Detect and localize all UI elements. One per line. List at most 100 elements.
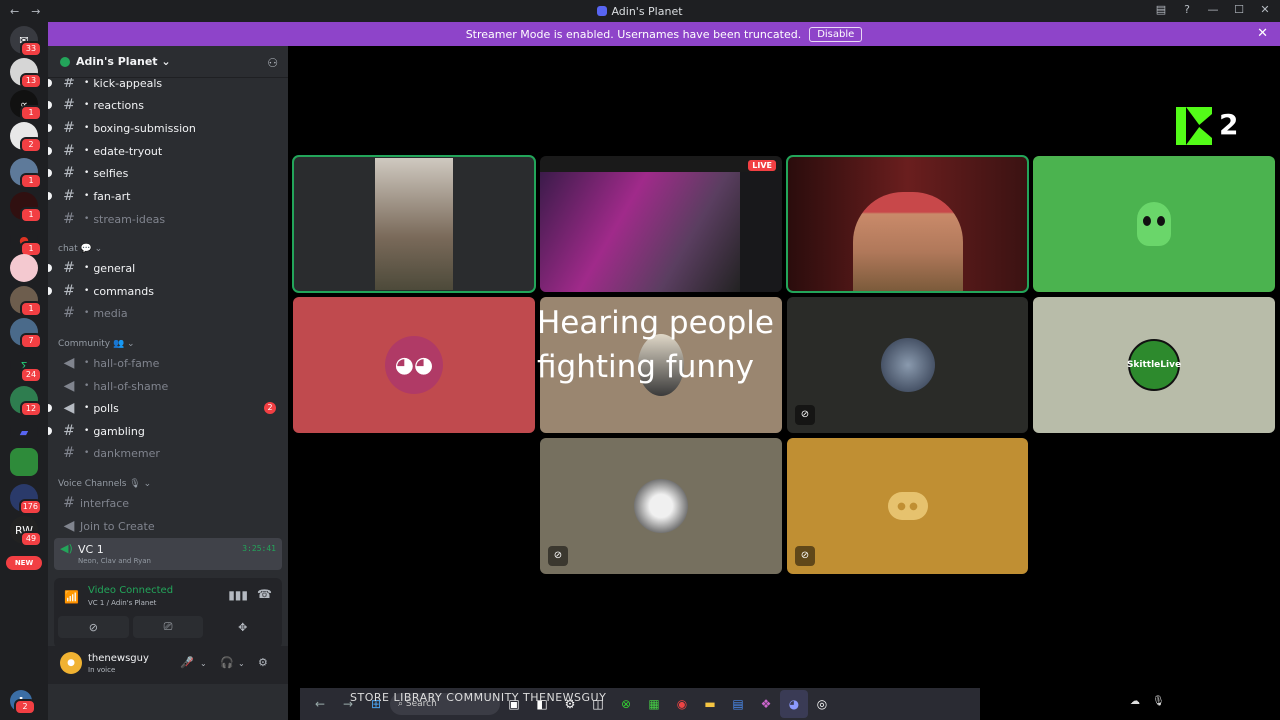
forward-icon[interactable]: → [31, 5, 40, 18]
screen-share-button[interactable]: ⎚ [132, 616, 204, 638]
back-icon[interactable]: ← [10, 5, 19, 18]
avatar [880, 338, 935, 392]
help-icon[interactable]: ? [1180, 3, 1194, 16]
minecraft-icon[interactable]: ▦ [640, 690, 668, 718]
close-banner-icon[interactable]: ✕ [1257, 26, 1268, 41]
close-icon[interactable]: ✕ [1258, 3, 1272, 16]
settings-gear-icon[interactable]: ⚙ [258, 656, 268, 669]
folder-icon[interactable]: ▬ [696, 690, 724, 718]
signal-icon[interactable]: 📶 [64, 590, 79, 604]
chrome-icon[interactable]: ◉ [668, 690, 696, 718]
video-tile[interactable]: ⊘ [540, 438, 782, 574]
channel-item[interactable]: ◀ • polls 2 [48, 397, 282, 419]
activities-button[interactable]: ✥ [207, 616, 278, 638]
server-badge: 2 [20, 137, 42, 153]
category-chat[interactable]: chat 💬 ⌄ [58, 244, 102, 254]
channel-item[interactable]: # • stream-ideas [54, 208, 282, 230]
unread-pip [48, 264, 52, 272]
channel-item[interactable]: # • general [48, 257, 282, 279]
channel-item[interactable]: # • reactions [48, 94, 282, 116]
channel-item[interactable]: # • edate-tryout [48, 140, 282, 162]
server-icon[interactable]: 12 [10, 386, 42, 417]
server-icon[interactable]: 1 [10, 192, 42, 223]
channel-label: stream-ideas [93, 212, 166, 226]
download-icon[interactable]: ⬇2 [10, 690, 36, 715]
headphones-icon[interactable]: 🎧 [220, 656, 234, 669]
channel-item[interactable]: # • selfies [48, 162, 282, 184]
user-panel: ● thenewsguy In voice 🎤̸ ⌄ 🎧 ⌄ ⚙ [48, 646, 288, 684]
stream-tile[interactable]: LIVE [540, 156, 782, 292]
minimize-icon[interactable]: — [1206, 3, 1220, 16]
server-icon[interactable]: RW 49 [10, 516, 42, 547]
mic-icon[interactable]: 🎙 [1152, 696, 1165, 707]
username[interactable]: thenewsguy [88, 653, 149, 664]
mic-muted-icon[interactable]: 🎤̸ [180, 656, 194, 669]
cloud-icon[interactable]: ☁ [1130, 696, 1140, 707]
server-icon[interactable] [10, 254, 38, 282]
server-icon[interactable]: 7 [10, 318, 42, 349]
channel-item[interactable]: # • dankmemer [54, 442, 282, 464]
video-tile[interactable]: ◕◕ [293, 297, 535, 433]
video-tile[interactable]: SkittleLive [1033, 297, 1275, 433]
disable-button[interactable]: Disable [809, 26, 863, 42]
server-icon[interactable]: Σ 24 [10, 352, 42, 383]
xbox-icon[interactable]: ⊗ [612, 690, 640, 718]
chevron-down-icon[interactable]: ⌄ [200, 659, 207, 668]
hash-icon: # [63, 143, 75, 159]
server-icon[interactable]: 176 [10, 484, 42, 515]
hash-icon: # [63, 260, 75, 276]
maximize-icon[interactable]: ☐ [1232, 3, 1246, 16]
direct-messages-icon[interactable]: ✉ 33 [10, 26, 42, 57]
server-icon[interactable]: 1 [10, 286, 42, 317]
video-tile[interactable] [292, 155, 536, 293]
disconnect-icon[interactable]: ☎ [257, 587, 272, 601]
channel-item[interactable]: ◀ • hall-of-fame [54, 352, 282, 374]
video-tile[interactable]: ⊘ [787, 297, 1028, 433]
category-community[interactable]: Community 👥 ⌄ [58, 339, 135, 349]
folder-icon[interactable]: ▰ [10, 418, 38, 446]
system-tray: ☁ 🎙 [1130, 696, 1165, 707]
server-icon[interactable]: 13 [10, 58, 42, 89]
voice-channel-item[interactable]: ◀ Join to Create [54, 515, 282, 537]
channel-item[interactable]: # • gambling [48, 420, 282, 442]
channel-item[interactable]: # • kick-appeals [48, 78, 282, 94]
category-voice[interactable]: Voice Channels 🎙 ⌄ [58, 479, 151, 489]
inbox-icon[interactable]: ▤ [1154, 3, 1168, 16]
active-voice-channel[interactable]: ◀) VC 1 3:25:41 Neon, Clav and Ryan [54, 538, 282, 570]
channel-item[interactable]: # • media [54, 302, 282, 324]
video-tile[interactable] [1033, 156, 1275, 292]
avatar [634, 479, 688, 533]
chevron-down-icon[interactable]: ⌄ [238, 659, 245, 668]
channel-item[interactable]: # interface [54, 492, 282, 514]
noise-suppression-icon[interactable]: ▮▮▮ [228, 588, 248, 602]
server-icon[interactable] [10, 448, 38, 476]
guild-header[interactable]: Adin's Planet ⌄ ⚇ [48, 46, 288, 78]
server-icon[interactable]: 2 [10, 122, 42, 153]
store-icon[interactable]: ▤ [724, 690, 752, 718]
app-icon[interactable]: ◎ [808, 690, 836, 718]
server-icon[interactable]: 1 [10, 158, 42, 189]
server-icon[interactable]: ● 1 [10, 226, 42, 257]
taskbar: ← → ⊞ ⌕ Search ▣ ◧ ⚙ ◫ ⊗ ▦ ◉ ▬ ▤ ❖ ◕ ◎ S… [300, 688, 980, 720]
channel-label: boxing-submission [93, 121, 196, 135]
channel-label: selfies [93, 166, 129, 180]
channel-item[interactable]: # • fan-art [48, 185, 282, 207]
channel-item[interactable]: # • commands [48, 280, 282, 302]
channel-sidebar: Adin's Planet ⌄ ⚇ # • kick-appeals # • react… [48, 46, 288, 720]
hash-icon: # [63, 165, 75, 181]
camera-off-button[interactable]: ⊘ [58, 616, 129, 638]
new-unreads-pill[interactable]: NEW [6, 556, 42, 570]
video-tile[interactable] [786, 155, 1029, 293]
discord-icon[interactable]: ◕ [780, 690, 808, 718]
avatar[interactable]: ● [60, 652, 82, 674]
copilot-icon[interactable]: ❖ [752, 690, 780, 718]
channel-item[interactable]: # • boxing-submission [48, 117, 282, 139]
video-tile[interactable]: ● ● ⊘ [787, 438, 1028, 574]
server-icon[interactable]: ∝ 1 [10, 90, 42, 121]
hash-icon: # [63, 97, 75, 113]
hash-icon: # [63, 78, 75, 91]
voice-location[interactable]: VC 1 / Adin's Planet [88, 599, 156, 607]
back-icon[interactable]: ← [306, 690, 334, 718]
channel-item[interactable]: ◀ • hall-of-shame [54, 375, 282, 397]
invite-icon[interactable]: ⚇ [267, 56, 278, 70]
